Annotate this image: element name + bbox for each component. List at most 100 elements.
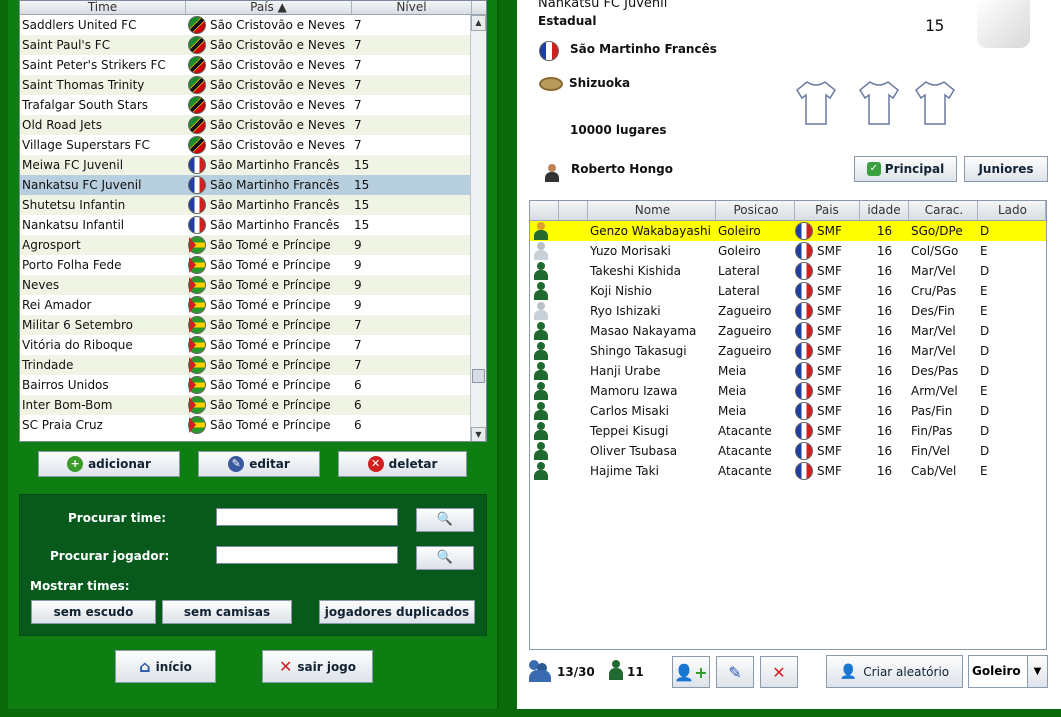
add-player-button[interactable]: 👤+ (672, 656, 710, 688)
player-country-cell: SMF (795, 301, 860, 321)
search-team-input[interactable] (216, 508, 398, 526)
player-icon-cell (530, 401, 559, 421)
col-icon-header[interactable] (530, 201, 559, 220)
team-row[interactable]: Old Road Jets São Cristovão e Neves 7 (20, 115, 486, 135)
search-player-button[interactable]: 🔍 (416, 546, 474, 570)
team-row[interactable]: Inter Bom-Bom São Tomé e Príncipe 6 (20, 395, 486, 415)
col-position-header[interactable]: Posicao (716, 201, 795, 220)
player-icon (533, 362, 549, 380)
player-status-cell (559, 421, 588, 441)
principal-squad-button[interactable]: ✓ Principal (854, 156, 957, 182)
team-row[interactable]: Meiwa FC Juvenil São Martinho Francês 15 (20, 155, 486, 175)
team-row[interactable]: Village Superstars FC São Cristovão e Nev… (20, 135, 486, 155)
remove-player-button[interactable]: ✕ (760, 656, 798, 688)
player-position-cell: Goleiro (718, 224, 761, 238)
team-type: Estadual (538, 14, 597, 28)
team-row[interactable]: Rei Amador São Tomé e Príncipe 9 (20, 295, 486, 315)
player-name-cell: Shingo Takasugi (590, 344, 687, 358)
country-label: São Martinho Francês (210, 218, 340, 232)
team-detail-panel: Nankatsu FC Juvenil Estadual 15 São Mart… (517, 0, 1061, 709)
third-shirt-icon[interactable] (914, 80, 956, 126)
player-age-cell: 16 (876, 404, 893, 418)
team-row[interactable]: Saddlers United FC São Cristovão e Neves 7 (20, 15, 486, 35)
country-label: São Cristovão e Neves (210, 98, 345, 112)
edit-team-label: editar (249, 457, 290, 471)
team-row[interactable]: Saint Peter's Strikers FC São Cristovão e… (20, 55, 486, 75)
no-badge-button[interactable]: sem escudo (31, 600, 156, 624)
team-row[interactable]: Neves São Tomé e Príncipe 9 (20, 275, 486, 295)
team-row[interactable]: Bairros Unidos São Tomé e Príncipe 6 (20, 375, 486, 395)
col-country-header[interactable]: Pais (795, 201, 860, 220)
duplicate-players-button[interactable]: jogadores duplicados (319, 600, 475, 624)
juniors-squad-button[interactable]: Juniores (964, 156, 1048, 182)
create-random-button[interactable]: 👤 Criar aleatório (826, 655, 963, 688)
team-name-cell: Neves (22, 278, 60, 292)
player-row[interactable]: Hajime Taki Atacante SMF 16 Cab/Vel E (530, 461, 1046, 481)
position-select[interactable]: Goleiro ▼ (968, 655, 1048, 688)
player-row[interactable]: Carlos Misaki Meia SMF 16 Pas/Fin D (530, 401, 1046, 421)
player-row[interactable]: Ryo Ishizaki Zagueiro SMF 16 Des/Fin E (530, 301, 1046, 321)
col-country-header[interactable]: País ▲ (186, 1, 352, 14)
team-badge[interactable] (977, 0, 1030, 48)
player-name-cell: Mamoru Izawa (590, 384, 678, 398)
player-row[interactable]: Takeshi Kishida Lateral SMF 16 Mar/Vel D (530, 261, 1046, 281)
scroll-down-icon[interactable]: ▼ (471, 427, 486, 441)
team-row[interactable]: Saint Thomas Trinity São Cristovão e Neve… (20, 75, 486, 95)
add-team-label: adicionar (88, 457, 151, 471)
player-icon (533, 462, 549, 480)
team-row[interactable]: Vitória do Riboque São Tomé e Príncipe 7 (20, 335, 486, 355)
players-table-body: Genzo Wakabayashi Goleiro SMF 16 SGo/DPe D Yuz… (530, 221, 1046, 481)
team-row[interactable]: Nankatsu FC Juvenil São Martinho Francês 1… (20, 175, 486, 195)
player-row[interactable]: Genzo Wakabayashi Goleiro SMF 16 SGo/DPe D (530, 221, 1046, 241)
player-traits-cell: Mar/Vel (911, 264, 956, 278)
player-row[interactable]: Koji Nishio Lateral SMF 16 Cru/Pas E (530, 281, 1046, 301)
add-team-button[interactable]: + adicionar (38, 451, 180, 477)
team-row[interactable]: Trindade São Tomé e Príncipe 7 (20, 355, 486, 375)
country-flag-icon (188, 376, 206, 394)
home-button[interactable]: ⌂ início (115, 650, 216, 683)
teams-scrollbar[interactable]: ▲ ▼ (470, 15, 486, 441)
team-row[interactable]: Saint Paul's FC São Cristovão e Neves 7 (20, 35, 486, 55)
player-row[interactable]: Oliver Tsubasa Atacante SMF 16 Fin/Vel D (530, 441, 1046, 461)
exit-game-button[interactable]: ✕ sair jogo (262, 650, 373, 683)
home-shirt-icon[interactable] (795, 80, 837, 126)
team-row[interactable]: Trafalgar South Stars São Cristovão e Nev… (20, 95, 486, 115)
player-side-cell: E (980, 304, 988, 318)
team-row[interactable]: Nankatsu Infantil São Martinho Francês 15 (20, 215, 486, 235)
team-row[interactable]: Porto Folha Fede São Tomé e Príncipe 9 (20, 255, 486, 275)
chevron-down-icon[interactable]: ▼ (1027, 656, 1047, 687)
col-side-header[interactable]: Lado (978, 201, 1046, 220)
edit-team-button[interactable]: ✎ editar (198, 451, 320, 477)
team-row[interactable]: Agrosport São Tomé e Príncipe 9 (20, 235, 486, 255)
search-team-button[interactable]: 🔍 (416, 508, 474, 532)
sort-asc-icon: ▲ (277, 0, 287, 14)
edit-player-button[interactable]: ✎ (716, 656, 754, 688)
team-name-cell: Nankatsu FC Juvenil (22, 178, 142, 192)
col-traits-header[interactable]: Carac. (909, 201, 978, 220)
delete-team-button[interactable]: ✕ deletar (338, 451, 467, 477)
team-row[interactable]: Militar 6 Setembro São Tomé e Príncipe 7 (20, 315, 486, 335)
player-country-label: SMF (817, 284, 842, 298)
country-label: São Tomé e Príncipe (210, 418, 331, 432)
player-row[interactable]: Mamoru Izawa Meia SMF 16 Arm/Vel E (530, 381, 1046, 401)
no-shirts-button[interactable]: sem camisas (162, 600, 292, 624)
col-level-header[interactable]: Nível (352, 1, 472, 14)
player-row[interactable]: Teppei Kisugi Atacante SMF 16 Fin/Pas D (530, 421, 1046, 441)
scroll-thumb[interactable] (472, 369, 485, 383)
col-team-header[interactable]: Time (20, 1, 186, 14)
team-row[interactable]: Shutetsu Infantin São Martinho Francês 15 (20, 195, 486, 215)
player-row[interactable]: Yuzo Morisaki Goleiro SMF 16 Col/SGo E (530, 241, 1046, 261)
team-country-cell: São Tomé e Príncipe (186, 255, 352, 275)
country-label: São Tomé e Príncipe (210, 278, 331, 292)
player-row[interactable]: Shingo Takasugi Zagueiro SMF 16 Mar/Vel D (530, 341, 1046, 361)
search-player-input[interactable] (216, 546, 398, 564)
col-status-header[interactable] (559, 201, 588, 220)
player-row[interactable]: Masao Nakayama Zagueiro SMF 16 Mar/Vel D (530, 321, 1046, 341)
col-age-header[interactable]: idade (860, 201, 909, 220)
col-name-header[interactable]: Nome (588, 201, 716, 220)
player-row[interactable]: Hanji Urabe Meia SMF 16 Des/Pas D (530, 361, 1046, 381)
country-label: São Martinho Francês (210, 158, 340, 172)
team-row[interactable]: SC Praia Cruz São Tomé e Príncipe 6 (20, 415, 486, 435)
away-shirt-icon[interactable] (858, 80, 900, 126)
scroll-up-icon[interactable]: ▲ (471, 15, 486, 31)
